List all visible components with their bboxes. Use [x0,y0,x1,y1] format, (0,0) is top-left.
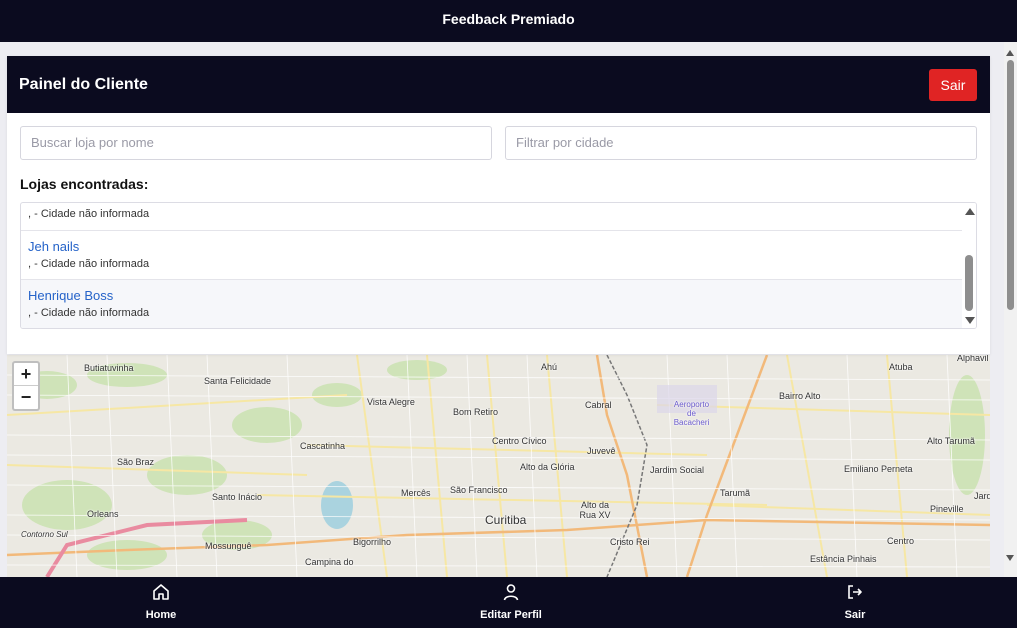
map-label: Santo Inácio [212,492,263,502]
nav-logout[interactable]: Sair [795,583,915,623]
panel-title: Painel do Cliente [19,75,148,93]
panel-header: Painel do Cliente Sair [7,56,990,113]
map-label: Campina do [305,557,354,567]
nav-edit-profile-label: Editar Perfil [480,609,542,621]
map-label: Cascatinha [300,441,346,451]
map-label: São Francisco [450,485,508,495]
map-label: Bom Retiro [453,407,499,417]
store-search-input[interactable]: Buscar loja por nome [20,126,492,160]
map-label: Contorno Sul [21,530,68,539]
user-icon [503,584,519,601]
bottom-nav: Home Editar Perfil Sair [0,577,1017,628]
map-label: Ahú [541,362,558,372]
map-label: Jard [974,491,990,501]
search-filters: Buscar loja por nome Filtrar por cidade [20,126,977,160]
store-name-link[interactable]: Henrique Boss [28,288,969,303]
map-label: Butiatuvinha [84,363,134,373]
nav-edit-profile[interactable]: Editar Perfil [451,583,571,623]
nav-logout-label: Sair [844,609,866,621]
map-label: Alto da Rua XV [579,500,611,520]
map-label: Bairro Alto [779,391,821,401]
map-label: Cristo Rei [610,537,650,547]
map-label: Cabral [585,400,612,410]
scroll-up-arrow-icon[interactable] [1006,50,1014,56]
list-item[interactable]: , - Cidade não informada [21,203,976,231]
scroll-up-arrow-icon[interactable] [965,208,975,215]
map-label: Emiliano Perneta [844,464,913,474]
map-tiles [7,355,990,577]
store-city: , - Cidade não informada [28,208,150,220]
stores-heading: Lojas encontradas: [20,176,149,192]
city-filter-input[interactable]: Filtrar por cidade [505,126,977,160]
store-city: , - Cidade não informada [28,258,150,270]
stores-map[interactable]: + − Butiatuvinha Santa Felicidade Ahú At… [7,355,990,577]
map-label: Santa Felicidade [204,376,272,386]
map-label: Vista Alegre [367,397,415,407]
map-label: Juvevê [587,446,616,456]
client-panel: Painel do Cliente Sair Buscar loja por n… [7,56,990,354]
app-title: Feedback Premiado [442,11,575,27]
app-header: Feedback Premiado [0,0,1017,42]
map-label: Mossunguê [205,541,252,551]
map-zoom-control: + − [12,361,40,411]
scroll-thumb[interactable] [965,255,973,311]
list-item[interactable]: Henrique Boss , - Cidade não informada [21,280,976,328]
airport-label: Aeroporto de Bacacheri [673,400,710,427]
map-lake [321,481,353,529]
zoom-out-button[interactable]: − [14,386,38,409]
list-scrollbar[interactable] [962,203,976,328]
zoom-in-button[interactable]: + [14,363,38,386]
map-label: Atuba [889,362,913,372]
map-label: Centro Cívico [492,436,547,446]
map-label: Alto da Glória [520,462,575,472]
store-city: , - Cidade não informada [28,307,150,319]
nav-home-label: Home [145,609,177,621]
logout-icon [848,585,862,599]
home-icon [153,584,169,600]
city-label: Curitiba [485,513,527,527]
map-label: Estância Pinhais [810,554,877,564]
page-scrollbar[interactable] [1004,42,1017,577]
store-list[interactable]: , - Cidade não informada Jeh nails , - C… [20,202,977,329]
map-label: Orleans [87,509,119,519]
page-content[interactable]: Painel do Cliente Sair Buscar loja por n… [0,42,1004,577]
map-label: Bigorrilho [353,537,392,547]
scroll-down-arrow-icon[interactable] [1006,555,1014,561]
list-item[interactable]: Jeh nails , - Cidade não informada [21,231,976,280]
store-name-link[interactable]: Jeh nails [28,239,969,254]
scroll-thumb[interactable] [1007,60,1014,310]
logout-button[interactable]: Sair [929,68,977,101]
map-label: São Braz [117,457,155,467]
map-label: Centro [887,536,915,546]
map-label: Alto Tarumã [927,436,975,446]
scroll-down-arrow-icon[interactable] [965,317,975,324]
map-label: Tarumã [720,488,751,498]
nav-home[interactable]: Home [101,583,221,623]
map-label: Jardim Social [650,465,705,475]
map-label: Alphavil [957,355,989,363]
map-label: Mercês [401,488,431,498]
map-label: Pineville [930,504,964,514]
